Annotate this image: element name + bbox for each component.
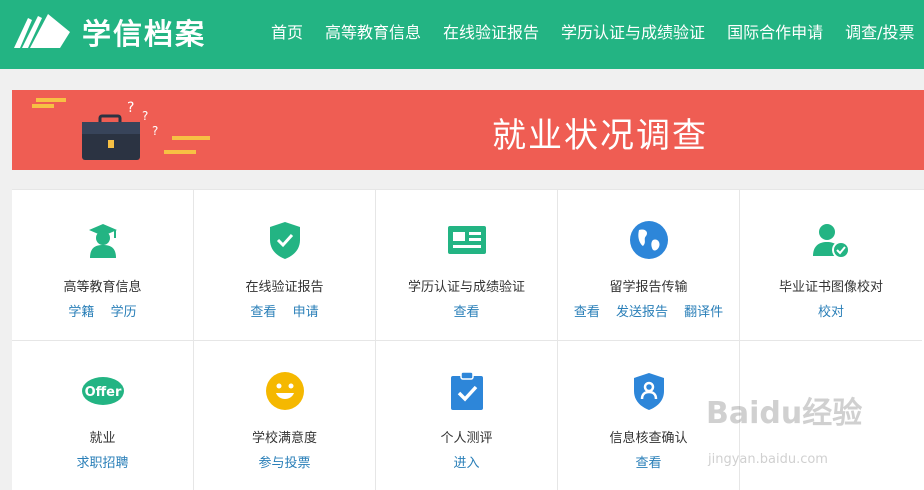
user-check-icon bbox=[813, 224, 850, 259]
link-view-verification[interactable]: 查看 bbox=[635, 456, 661, 471]
service-employment: Offer 就业 求职招聘 bbox=[12, 341, 194, 490]
service-title: 就业 bbox=[89, 431, 116, 446]
link-proofread[interactable]: 校对 bbox=[818, 305, 844, 320]
service-title: 学校满意度 bbox=[251, 431, 317, 446]
svg-text:?: ? bbox=[152, 124, 158, 138]
graduate-icon bbox=[88, 224, 117, 258]
logo-text: 学信档案 bbox=[82, 17, 207, 51]
nav-online-report[interactable]: 在线验证报告 bbox=[443, 19, 539, 43]
main-nav: 首页 高等教育信息 在线验证报告 学历认证与成绩验证 国际合作申请 调查/投票 bbox=[271, 0, 924, 62]
smiley-icon bbox=[265, 372, 304, 410]
globe-icon bbox=[629, 221, 668, 259]
baidu-watermark-url: jingyan.baidu.com bbox=[708, 452, 828, 467]
link-translation[interactable]: 翻译件 bbox=[684, 305, 723, 320]
baidu-watermark: Baidu经验 bbox=[706, 396, 863, 431]
clipboard-check-icon bbox=[450, 371, 483, 410]
offer-badge-icon: Offer bbox=[81, 377, 124, 405]
nav-home[interactable]: 首页 bbox=[271, 19, 303, 43]
service-title: 留学报告传输 bbox=[609, 280, 688, 295]
link-view-certification[interactable]: 查看 bbox=[453, 305, 479, 320]
service-higher-education: 高等教育信息 学籍 学历 bbox=[12, 190, 194, 341]
link-view-report[interactable]: 查看 bbox=[250, 305, 276, 320]
service-study-abroad: 留学报告传输 查看 发送报告 翻译件 bbox=[558, 190, 740, 341]
link-vote[interactable]: 参与投票 bbox=[258, 456, 310, 471]
link-student-status[interactable]: 学籍 bbox=[68, 305, 94, 320]
svg-text:Offer: Offer bbox=[84, 385, 121, 400]
service-title: 学历认证与成绩验证 bbox=[407, 280, 525, 295]
service-online-report: 在线验证报告 查看 申请 bbox=[194, 190, 376, 341]
link-send-report[interactable]: 发送报告 bbox=[616, 305, 668, 320]
nav-survey[interactable]: 调查/投票 bbox=[845, 19, 914, 43]
link-degree[interactable]: 学历 bbox=[111, 305, 137, 320]
shield-check-icon bbox=[269, 222, 300, 259]
link-enter-assessment[interactable]: 进入 bbox=[453, 456, 479, 471]
book-logo-icon bbox=[14, 14, 70, 48]
id-card-icon bbox=[447, 226, 486, 254]
survey-banner[interactable]: ? ? ? 就业状况调查 bbox=[12, 90, 924, 170]
link-job-search[interactable]: 求职招聘 bbox=[76, 456, 128, 471]
service-title: 毕业证书图像校对 bbox=[778, 280, 883, 295]
nav-higher-education[interactable]: 高等教育信息 bbox=[325, 19, 421, 43]
service-certification: 学历认证与成绩验证 查看 bbox=[376, 190, 558, 341]
service-title: 个人测评 bbox=[440, 431, 493, 446]
link-view-transmission[interactable]: 查看 bbox=[574, 305, 600, 320]
nav-international[interactable]: 国际合作申请 bbox=[727, 19, 823, 43]
service-title: 在线验证报告 bbox=[245, 280, 324, 295]
service-satisfaction: 学校满意度 参与投票 bbox=[194, 341, 376, 490]
service-personal-assessment: 个人测评 进入 bbox=[376, 341, 558, 490]
service-grid: 高等教育信息 学籍 学历 在线验证报告 查看 申请 学历认证与成绩验证 查看 留… bbox=[12, 189, 924, 490]
nav-certification[interactable]: 学历认证与成绩验证 bbox=[561, 19, 705, 43]
user-shield-icon bbox=[633, 373, 664, 410]
banner-title: 就业状况调查 bbox=[492, 116, 708, 156]
logo[interactable]: 学信档案 bbox=[12, 10, 206, 54]
briefcase-question-icon: ? ? ? bbox=[32, 98, 210, 160]
service-diploma-image: 毕业证书图像校对 校对 bbox=[740, 190, 922, 341]
top-navbar: 学信档案 首页 高等教育信息 在线验证报告 学历认证与成绩验证 国际合作申请 调… bbox=[0, 0, 924, 69]
link-apply-report[interactable]: 申请 bbox=[293, 305, 319, 320]
svg-text:?: ? bbox=[127, 100, 134, 116]
svg-text:?: ? bbox=[142, 109, 148, 123]
service-title: 高等教育信息 bbox=[63, 280, 142, 295]
